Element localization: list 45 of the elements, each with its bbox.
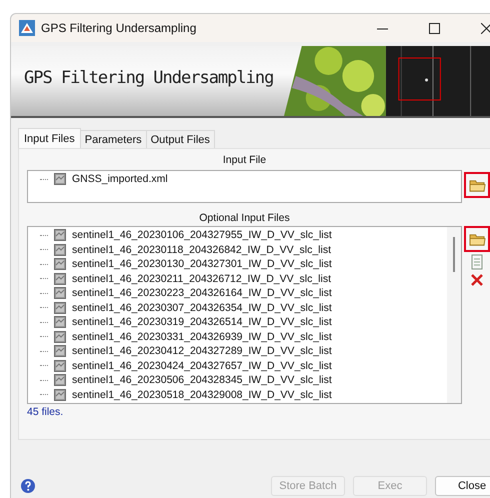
banner-title: GPS Filtering Undersampling	[23, 67, 274, 90]
file-name[interactable]: sentinel1_46_20230412_204327289_IW_D_VV_slc_list	[72, 345, 332, 358]
file-name[interactable]: GNSS_imported.xml	[72, 173, 168, 186]
file-icon	[54, 287, 66, 300]
file-icon	[54, 316, 66, 328]
file-icon	[54, 330, 66, 343]
help-icon[interactable]	[21, 479, 35, 493]
file-icon	[54, 388, 66, 401]
file-name[interactable]: sentinel1_46_20230130_204327301_IW_D_VV_slc_list	[72, 258, 332, 270]
folder-icon	[468, 232, 486, 246]
file-icon	[54, 229, 66, 242]
file-name[interactable]: sentinel1_46_20230106_204327955_IW_D_VV_slc_list	[72, 229, 332, 242]
file-name[interactable]: sentinel1_46_20230211_204326712_IW_D_VV_slc_list	[72, 272, 332, 285]
file-name[interactable]: sentinel1_46_20230118_204326842_IW_D_VV_slc_list	[72, 244, 332, 256]
delete-icon[interactable]	[469, 272, 485, 288]
section-label: Input File	[222, 154, 268, 168]
window-title: GPS Filtering Undersampling	[41, 21, 198, 35]
file-icon	[54, 360, 66, 372]
file-name[interactable]: sentinel1_46_20230506_204328345_IW_D_VV_slc_list	[72, 374, 332, 386]
maximize-icon[interactable]	[428, 22, 440, 34]
file-count: 45 files.	[27, 406, 64, 418]
file-icon	[54, 258, 66, 270]
folder-icon	[468, 178, 486, 192]
scrollbar-thumb[interactable]	[453, 237, 455, 272]
file-name[interactable]: sentinel1_46_20230319_204326514_IW_D_VV_slc_list	[72, 316, 332, 328]
file-name[interactable]: sentinel1_46_20230223_204326164_IW_D_VV_slc_list	[72, 287, 332, 300]
file-name[interactable]: sentinel1_46_20230518_204329008_IW_D_VV_slc_list	[72, 388, 332, 401]
file-name[interactable]: sentinel1_46_20230424_204327657_IW_D_VV_slc_list	[72, 360, 332, 372]
file-icon	[54, 302, 66, 314]
browse-button[interactable]	[464, 172, 490, 198]
action-button[interactable]: Close	[435, 476, 490, 496]
file-icon	[54, 173, 66, 186]
file-name[interactable]: sentinel1_46_20230307_204326354_IW_D_VV_slc_list	[72, 302, 332, 314]
file-icon	[54, 272, 66, 285]
file-icon	[54, 345, 66, 358]
list-icon[interactable]	[469, 254, 485, 270]
browse-button[interactable]	[464, 226, 490, 252]
close-icon[interactable]	[480, 22, 490, 34]
section-label: Optional Input Files	[198, 212, 291, 226]
app-icon	[19, 20, 35, 36]
tab[interactable]: Input Files	[18, 128, 81, 148]
file-icon	[54, 374, 66, 386]
file-name[interactable]: sentinel1_46_20230331_204326939_IW_D_VV_slc_list	[72, 330, 332, 343]
file-icon	[54, 244, 66, 256]
tab[interactable]: Output Files	[146, 130, 215, 148]
